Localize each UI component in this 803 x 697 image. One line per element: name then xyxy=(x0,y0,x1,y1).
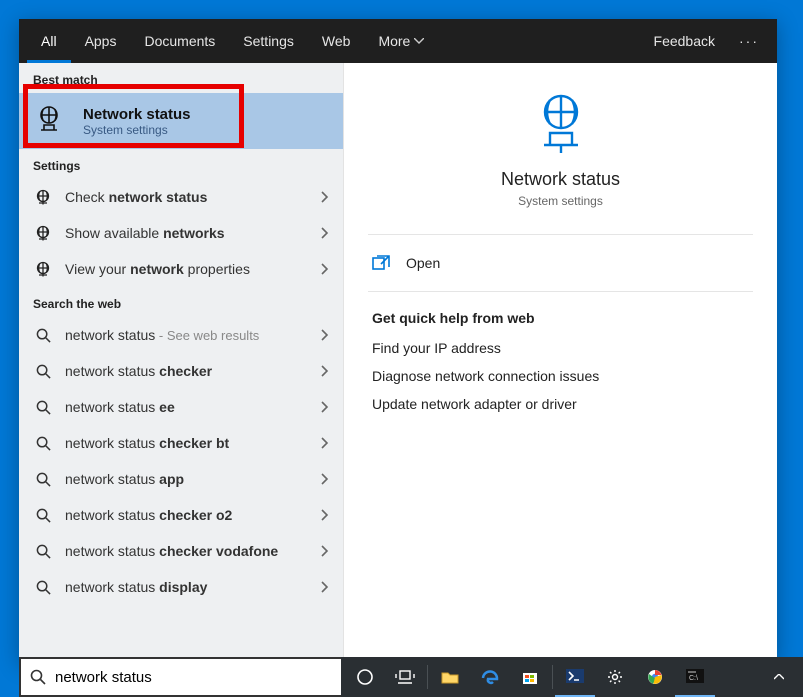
result-label: network status checker xyxy=(65,363,212,379)
results-pane: Best match Network status System setting… xyxy=(19,63,343,661)
settings-result[interactable]: Check network status xyxy=(19,179,343,215)
settings-result[interactable]: View your network properties xyxy=(19,251,343,287)
result-label: network status checker vodafone xyxy=(65,543,278,559)
chevron-right-icon xyxy=(321,401,329,413)
search-icon xyxy=(33,397,53,417)
svg-text:C:\: C:\ xyxy=(689,675,698,682)
file-explorer-icon[interactable] xyxy=(430,657,470,697)
search-icon xyxy=(33,433,53,453)
preview-network-icon xyxy=(532,93,590,155)
search-icon xyxy=(33,469,53,489)
more-options-button[interactable]: ··· xyxy=(729,33,769,49)
chevron-right-icon xyxy=(321,329,329,341)
search-input-container xyxy=(19,657,343,697)
powershell-icon[interactable] xyxy=(555,657,595,697)
chevron-right-icon xyxy=(321,227,329,239)
web-result[interactable]: network status checker bt xyxy=(19,425,343,461)
help-link[interactable]: Find your IP address xyxy=(372,340,749,356)
tab-web[interactable]: Web xyxy=(308,19,365,63)
search-icon xyxy=(33,361,53,381)
result-label: Show available networks xyxy=(65,225,225,241)
web-result[interactable]: network status display xyxy=(19,569,343,605)
settings-gear-icon[interactable] xyxy=(595,657,635,697)
tray-chevron-icon[interactable] xyxy=(759,657,799,697)
search-panel: All Apps Documents Settings Web More Fee… xyxy=(19,19,777,661)
chevron-right-icon xyxy=(321,473,329,485)
open-label: Open xyxy=(406,255,440,271)
task-view-icon[interactable] xyxy=(385,657,425,697)
globe-icon xyxy=(33,223,53,243)
cortana-icon[interactable] xyxy=(345,657,385,697)
help-link[interactable]: Update network adapter or driver xyxy=(372,396,749,412)
tab-more[interactable]: More xyxy=(364,19,438,63)
tab-settings[interactable]: Settings xyxy=(229,19,308,63)
search-web-label: Search the web xyxy=(19,287,343,317)
settings-section-label: Settings xyxy=(19,149,343,179)
chevron-right-icon xyxy=(321,365,329,377)
result-label: Check network status xyxy=(65,189,207,205)
result-label: network status checker o2 xyxy=(65,507,232,523)
search-icon xyxy=(33,325,53,345)
chevron-right-icon xyxy=(321,191,329,203)
preview-subtitle: System settings xyxy=(518,194,603,208)
preview-pane: Network status System settings Open Get … xyxy=(343,63,777,661)
chrome-icon[interactable] xyxy=(635,657,675,697)
web-result[interactable]: network status - See web results xyxy=(19,317,343,353)
web-result[interactable]: network status checker o2 xyxy=(19,497,343,533)
tab-apps[interactable]: Apps xyxy=(71,19,131,63)
settings-result[interactable]: Show available networks xyxy=(19,215,343,251)
result-label: network status display xyxy=(65,579,207,595)
result-label: network status - See web results xyxy=(65,327,259,343)
taskbar: C:\ xyxy=(341,657,803,697)
chevron-right-icon xyxy=(321,263,329,275)
web-result[interactable]: network status checker xyxy=(19,353,343,389)
web-result[interactable]: network status checker vodafone xyxy=(19,533,343,569)
search-icon xyxy=(33,577,53,597)
network-status-icon xyxy=(33,103,69,139)
chevron-right-icon xyxy=(321,545,329,557)
store-icon[interactable] xyxy=(510,657,550,697)
best-match-title: Network status xyxy=(83,106,191,123)
edge-icon[interactable] xyxy=(470,657,510,697)
chevron-right-icon xyxy=(321,437,329,449)
feedback-button[interactable]: Feedback xyxy=(640,33,729,49)
open-icon xyxy=(372,255,390,271)
tab-all[interactable]: All xyxy=(27,19,71,63)
search-input[interactable] xyxy=(55,659,341,695)
best-match-subtitle: System settings xyxy=(83,123,191,137)
help-header: Get quick help from web xyxy=(372,310,749,326)
globe-icon xyxy=(33,259,53,279)
result-label: network status app xyxy=(65,471,184,487)
preview-title: Network status xyxy=(501,169,620,190)
result-label: network status checker bt xyxy=(65,435,229,451)
search-icon xyxy=(33,541,53,561)
cmd-icon[interactable]: C:\ xyxy=(675,657,715,697)
chevron-right-icon xyxy=(321,581,329,593)
search-tabs: All Apps Documents Settings Web More Fee… xyxy=(19,19,777,63)
best-match-label: Best match xyxy=(19,63,343,93)
best-match-result[interactable]: Network status System settings xyxy=(19,93,343,149)
web-result[interactable]: network status ee xyxy=(19,389,343,425)
open-action[interactable]: Open xyxy=(344,241,777,285)
globe-icon xyxy=(33,187,53,207)
result-label: network status ee xyxy=(65,399,175,415)
web-result[interactable]: network status app xyxy=(19,461,343,497)
search-icon xyxy=(21,669,55,685)
chevron-right-icon xyxy=(321,509,329,521)
result-label: View your network properties xyxy=(65,261,250,277)
search-icon xyxy=(33,505,53,525)
help-link[interactable]: Diagnose network connection issues xyxy=(372,368,749,384)
tab-documents[interactable]: Documents xyxy=(130,19,229,63)
